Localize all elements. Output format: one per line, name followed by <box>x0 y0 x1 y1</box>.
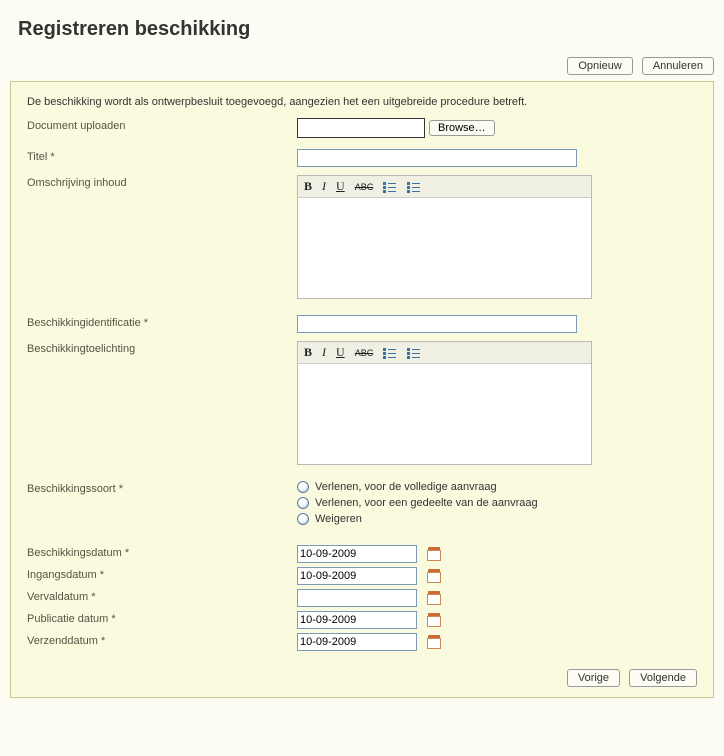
beschikkingssoort-radio-3[interactable] <box>297 513 309 525</box>
annuleren-button[interactable]: Annuleren <box>642 57 714 75</box>
beschikkingssoort-radio-1[interactable] <box>297 481 309 493</box>
strikethrough-button[interactable]: ABC <box>355 182 374 192</box>
beschikkingssoort-label: Beschikkingssoort * <box>27 481 297 495</box>
editor-toolbar: B I U ABC <box>298 176 591 198</box>
underline-button[interactable]: U <box>336 179 345 194</box>
beschikkingsdatum-input[interactable] <box>297 545 417 563</box>
omschrijving-label: Omschrijving inhoud <box>27 175 297 189</box>
vervaldatum-input[interactable] <box>297 589 417 607</box>
bulleted-list-icon[interactable] <box>407 181 421 193</box>
beschikkingssoort-option-3: Weigeren <box>315 513 362 525</box>
publicatiedatum-input[interactable] <box>297 611 417 629</box>
file-path-input[interactable] <box>297 118 425 138</box>
calendar-icon[interactable] <box>427 591 441 605</box>
top-actions: Opnieuw Annuleren <box>0 57 724 81</box>
publicatiedatum-label: Publicatie datum * <box>27 611 297 625</box>
bulleted-list-icon[interactable] <box>407 347 421 359</box>
beschikkingssoort-radio-2[interactable] <box>297 497 309 509</box>
ingangsdatum-input[interactable] <box>297 567 417 585</box>
opnieuw-button[interactable]: Opnieuw <box>567 57 632 75</box>
numbered-list-icon[interactable] <box>383 181 397 193</box>
titel-input[interactable] <box>297 149 577 167</box>
vorige-button[interactable]: Vorige <box>567 669 620 687</box>
calendar-icon[interactable] <box>427 613 441 627</box>
italic-button[interactable]: I <box>322 179 326 194</box>
beschikkingssoort-option-1: Verlenen, voor de volledige aanvraag <box>315 481 497 493</box>
beschikkingtoelichting-editor: B I U ABC <box>297 341 592 465</box>
beschikkingtoelichting-label: Beschikkingtoelichting <box>27 341 297 355</box>
beschikkingidentificatie-label: Beschikkingidentificatie * <box>27 315 297 329</box>
calendar-icon[interactable] <box>427 635 441 649</box>
bold-button[interactable]: B <box>304 345 312 360</box>
page-title: Registreren beschikking <box>0 10 724 57</box>
editor-toolbar-2: B I U ABC <box>298 342 591 364</box>
verzenddatum-label: Verzenddatum * <box>27 633 297 647</box>
beschikkingssoort-option-2: Verlenen, voor een gedeelte van de aanvr… <box>315 497 538 509</box>
bottom-actions: Vorige Volgende <box>27 655 697 687</box>
beschikkingsdatum-label: Beschikkingsdatum * <box>27 545 297 559</box>
browse-button[interactable]: Browse… <box>429 120 495 136</box>
ingangsdatum-label: Ingangsdatum * <box>27 567 297 581</box>
calendar-icon[interactable] <box>427 547 441 561</box>
vervaldatum-label: Vervaldatum * <box>27 589 297 603</box>
intro-text: De beschikking wordt als ontwerpbesluit … <box>27 96 697 108</box>
beschikkingidentificatie-input[interactable] <box>297 315 577 333</box>
omschrijving-editor: B I U ABC <box>297 175 592 299</box>
beschikkingtoelichting-textarea[interactable] <box>298 364 591 464</box>
document-upload-label: Document uploaden <box>27 118 297 132</box>
form-panel: De beschikking wordt als ontwerpbesluit … <box>10 81 714 698</box>
strikethrough-button[interactable]: ABC <box>355 348 374 358</box>
underline-button[interactable]: U <box>336 345 345 360</box>
bold-button[interactable]: B <box>304 179 312 194</box>
omschrijving-textarea[interactable] <box>298 198 591 298</box>
verzenddatum-input[interactable] <box>297 633 417 651</box>
volgende-button[interactable]: Volgende <box>629 669 697 687</box>
italic-button[interactable]: I <box>322 345 326 360</box>
calendar-icon[interactable] <box>427 569 441 583</box>
numbered-list-icon[interactable] <box>383 347 397 359</box>
titel-label: Titel * <box>27 149 297 163</box>
